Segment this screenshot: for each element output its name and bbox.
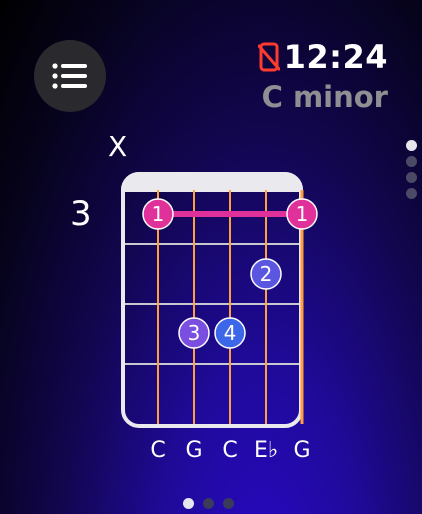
finger-number: 3 [188,321,201,345]
page-dot [223,498,234,509]
string-note-label: G [293,438,311,463]
page-dot [406,156,417,167]
page-dot [203,498,214,509]
chord-diagram: 1 1 2 3 4 [125,190,318,424]
vertical-page-indicator [406,140,417,199]
horizontal-page-indicator [183,498,234,509]
page-dot [406,140,417,151]
page-dot [406,188,417,199]
finger-number: 1 [296,202,309,226]
string-note-label: E♭ [254,438,279,463]
finger-number: 4 [224,321,237,345]
page-dot [183,498,194,509]
string-note-label: C [222,438,238,463]
page-dot [406,172,417,183]
string-note-label: C [150,438,166,463]
finger-number: 1 [152,202,165,226]
string-note-label: G [185,438,203,463]
finger-number: 2 [260,262,273,286]
